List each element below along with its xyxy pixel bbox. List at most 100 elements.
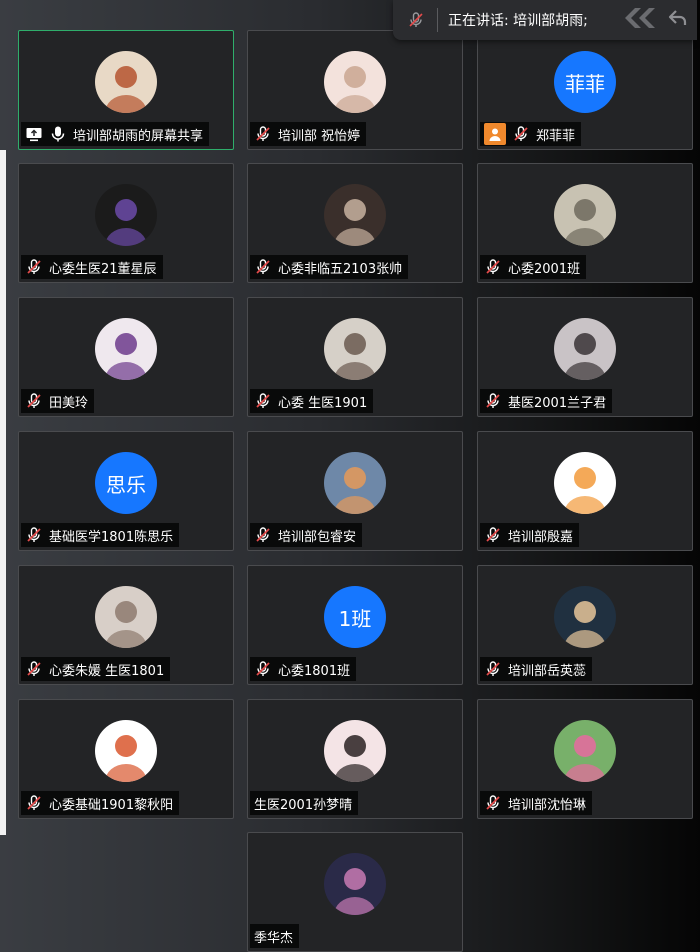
collapse-chevrons-icon[interactable] — [621, 4, 665, 36]
participant-name-bar: 培训部 祝怡婷 — [250, 122, 367, 146]
participant-name: 培训部岳英蕊 — [508, 663, 587, 679]
avatar — [554, 184, 616, 246]
mic-muted-icon — [25, 258, 43, 276]
participant-name: 培训部包睿安 — [278, 529, 357, 545]
participant-name: 郑菲菲 — [536, 128, 576, 144]
participant-tile[interactable]: 心委生医21董星辰 — [18, 163, 234, 283]
mic-muted-icon — [254, 392, 272, 410]
mic-muted-icon — [484, 526, 502, 544]
mic-muted-icon — [484, 392, 502, 410]
avatar — [554, 452, 616, 514]
speaking-controls — [621, 4, 689, 36]
participant-name: 心委朱媛 生医1801 — [49, 663, 165, 679]
participant-name: 培训部 祝怡婷 — [278, 128, 361, 144]
mic-muted-icon — [484, 660, 502, 678]
mic-muted-icon — [254, 258, 272, 276]
avatar — [324, 853, 386, 915]
participant-tile[interactable]: 培训部 祝怡婷 — [247, 30, 463, 150]
participant-tile[interactable]: 心委2001班 — [477, 163, 693, 283]
participant-tile[interactable]: 心委基础1901黎秋阳 — [18, 699, 234, 819]
avatar — [95, 184, 157, 246]
participant-tile[interactable]: 培训部包睿安 — [247, 431, 463, 551]
return-arrow-icon[interactable] — [667, 7, 689, 33]
participant-name-bar: 基医2001兰子君 — [480, 389, 613, 413]
participant-name-bar: 培训部岳英蕊 — [480, 657, 593, 681]
participant-tile[interactable]: 心委 生医1901 — [247, 297, 463, 417]
speaking-label: 正在讲话: 培训部胡雨; — [448, 13, 588, 29]
participant-name: 心委基础1901黎秋阳 — [49, 797, 174, 813]
participant-name: 季华杰 — [254, 930, 294, 946]
participant-name-bar: 心委非临五2103张帅 — [250, 255, 409, 279]
mic-on-icon — [49, 125, 67, 143]
speaking-indicator: 正在讲话: 培训部胡雨; — [393, 0, 697, 40]
avatar — [554, 318, 616, 380]
participant-tile[interactable]: 生医2001孙梦晴 — [247, 699, 463, 819]
participant-name-bar: 心委朱媛 生医1801 — [21, 657, 171, 681]
avatar — [324, 184, 386, 246]
participant-name-bar: 季华杰 — [250, 924, 300, 948]
participant-name-bar: 心委1801班 — [250, 657, 357, 681]
avatar-initials: 1班 — [338, 606, 372, 631]
mic-muted-icon — [484, 794, 502, 812]
mic-muted-icon — [25, 660, 43, 678]
participant-name-bar: 田美玲 — [21, 389, 95, 413]
avatar — [95, 720, 157, 782]
mic-muted-icon — [407, 11, 425, 29]
participant-name: 基医2001兰子君 — [508, 395, 607, 411]
participant-name-bar: 郑菲菲 — [480, 122, 582, 146]
participant-tile[interactable]: 培训部岳英蕊 — [477, 565, 693, 685]
participant-name: 培训部沈怡琳 — [508, 797, 587, 813]
participant-name: 心委1801班 — [278, 663, 351, 679]
left-edge-stripe — [0, 150, 6, 835]
participant-tile[interactable]: 思乐基础医学1801陈思乐 — [18, 431, 234, 551]
mic-muted-icon — [512, 125, 530, 143]
participant-tile[interactable]: 1班心委1801班 — [247, 565, 463, 685]
participant-name-bar: 心委生医21董星辰 — [21, 255, 163, 279]
mic-muted-icon — [25, 392, 43, 410]
participant-name: 心委非临五2103张帅 — [278, 261, 403, 277]
participant-tile[interactable]: 基医2001兰子君 — [477, 297, 693, 417]
avatar — [95, 51, 157, 113]
avatar-initials: 思乐 — [106, 472, 146, 497]
participant-tile[interactable]: 培训部殷嘉 — [477, 431, 693, 551]
avatar — [554, 720, 616, 782]
mic-muted-icon — [25, 526, 43, 544]
avatar: 菲菲 — [554, 51, 616, 113]
participant-name: 培训部殷嘉 — [508, 529, 574, 545]
participant-tile[interactable]: 心委非临五2103张帅 — [247, 163, 463, 283]
participant-name-bar: 心委2001班 — [480, 255, 587, 279]
avatar: 思乐 — [95, 452, 157, 514]
avatar — [324, 318, 386, 380]
participant-tile[interactable]: 田美玲 — [18, 297, 234, 417]
participant-name-bar: 心委 生医1901 — [250, 389, 374, 413]
mic-muted-icon — [254, 125, 272, 143]
mic-muted-icon — [254, 660, 272, 678]
avatar: 1班 — [324, 586, 386, 648]
avatar — [324, 452, 386, 514]
participant-name: 心委生医21董星辰 — [49, 261, 157, 277]
participant-name: 心委2001班 — [508, 261, 581, 277]
avatar — [554, 586, 616, 648]
participant-name: 田美玲 — [49, 395, 89, 411]
participant-name-bar: 基础医学1801陈思乐 — [21, 523, 180, 547]
participant-tile[interactable]: 培训部胡雨的屏幕共享 — [18, 30, 234, 150]
person-icon — [484, 123, 506, 145]
avatar — [324, 720, 386, 782]
avatar — [95, 318, 157, 380]
participant-name: 基础医学1801陈思乐 — [49, 529, 174, 545]
participant-tile[interactable]: 菲菲郑菲菲 — [477, 30, 693, 150]
participant-name: 心委 生医1901 — [278, 395, 368, 411]
screen-share-icon[interactable] — [25, 125, 43, 143]
participant-name-bar: 培训部胡雨的屏幕共享 — [21, 122, 210, 146]
participant-name-bar: 生医2001孙梦晴 — [250, 791, 359, 815]
avatar-initials: 菲菲 — [565, 71, 605, 96]
mic-muted-icon — [484, 258, 502, 276]
mic-muted-icon — [25, 794, 43, 812]
participant-tile[interactable]: 季华杰 — [247, 832, 463, 952]
participant-tile[interactable]: 心委朱媛 生医1801 — [18, 565, 234, 685]
divider — [437, 8, 438, 32]
avatar — [324, 51, 386, 113]
participant-tile[interactable]: 培训部沈怡琳 — [477, 699, 693, 819]
mic-muted-icon — [254, 526, 272, 544]
participant-name: 生医2001孙梦晴 — [254, 797, 353, 813]
